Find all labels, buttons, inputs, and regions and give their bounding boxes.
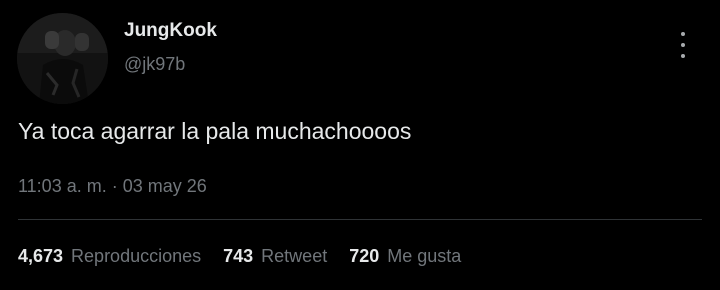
stat-views[interactable]: 4,673 Reproducciones: [18, 246, 201, 267]
more-dot: [681, 54, 685, 58]
avatar[interactable]: [17, 13, 108, 104]
tweet-meta: 11:03 a. m. · 03 may 26: [18, 176, 207, 197]
stat-likes-label: Me gusta: [387, 246, 462, 266]
stat-likes-count: 720: [349, 246, 380, 266]
more-vertical-icon[interactable]: [672, 32, 694, 58]
tweet-time[interactable]: 11:03 a. m.: [18, 176, 107, 196]
tweet-stats: 4,673 Reproducciones 743 Retweet 720 Me …: [18, 246, 461, 267]
stat-retweets[interactable]: 743 Retweet: [223, 246, 327, 267]
more-dot: [681, 43, 685, 47]
meta-separator: ·: [111, 176, 118, 196]
tweet-card: JungKook @jk97b Ya toca agarrar la pala …: [0, 0, 720, 290]
author-handle[interactable]: @jk97b: [124, 54, 185, 75]
stat-retweets-label: Retweet: [261, 246, 328, 266]
divider: [18, 219, 702, 220]
stat-likes[interactable]: 720 Me gusta: [349, 246, 461, 267]
stat-views-count: 4,673: [18, 246, 64, 266]
avatar-image: [17, 13, 108, 104]
tweet-text: Ya toca agarrar la pala muchachoooos: [18, 118, 412, 144]
more-dot: [681, 32, 685, 36]
stat-retweets-count: 743: [223, 246, 254, 266]
tweet-date[interactable]: 03 may 26: [123, 176, 207, 196]
stat-views-label: Reproducciones: [71, 246, 202, 266]
author-name[interactable]: JungKook: [124, 20, 217, 42]
